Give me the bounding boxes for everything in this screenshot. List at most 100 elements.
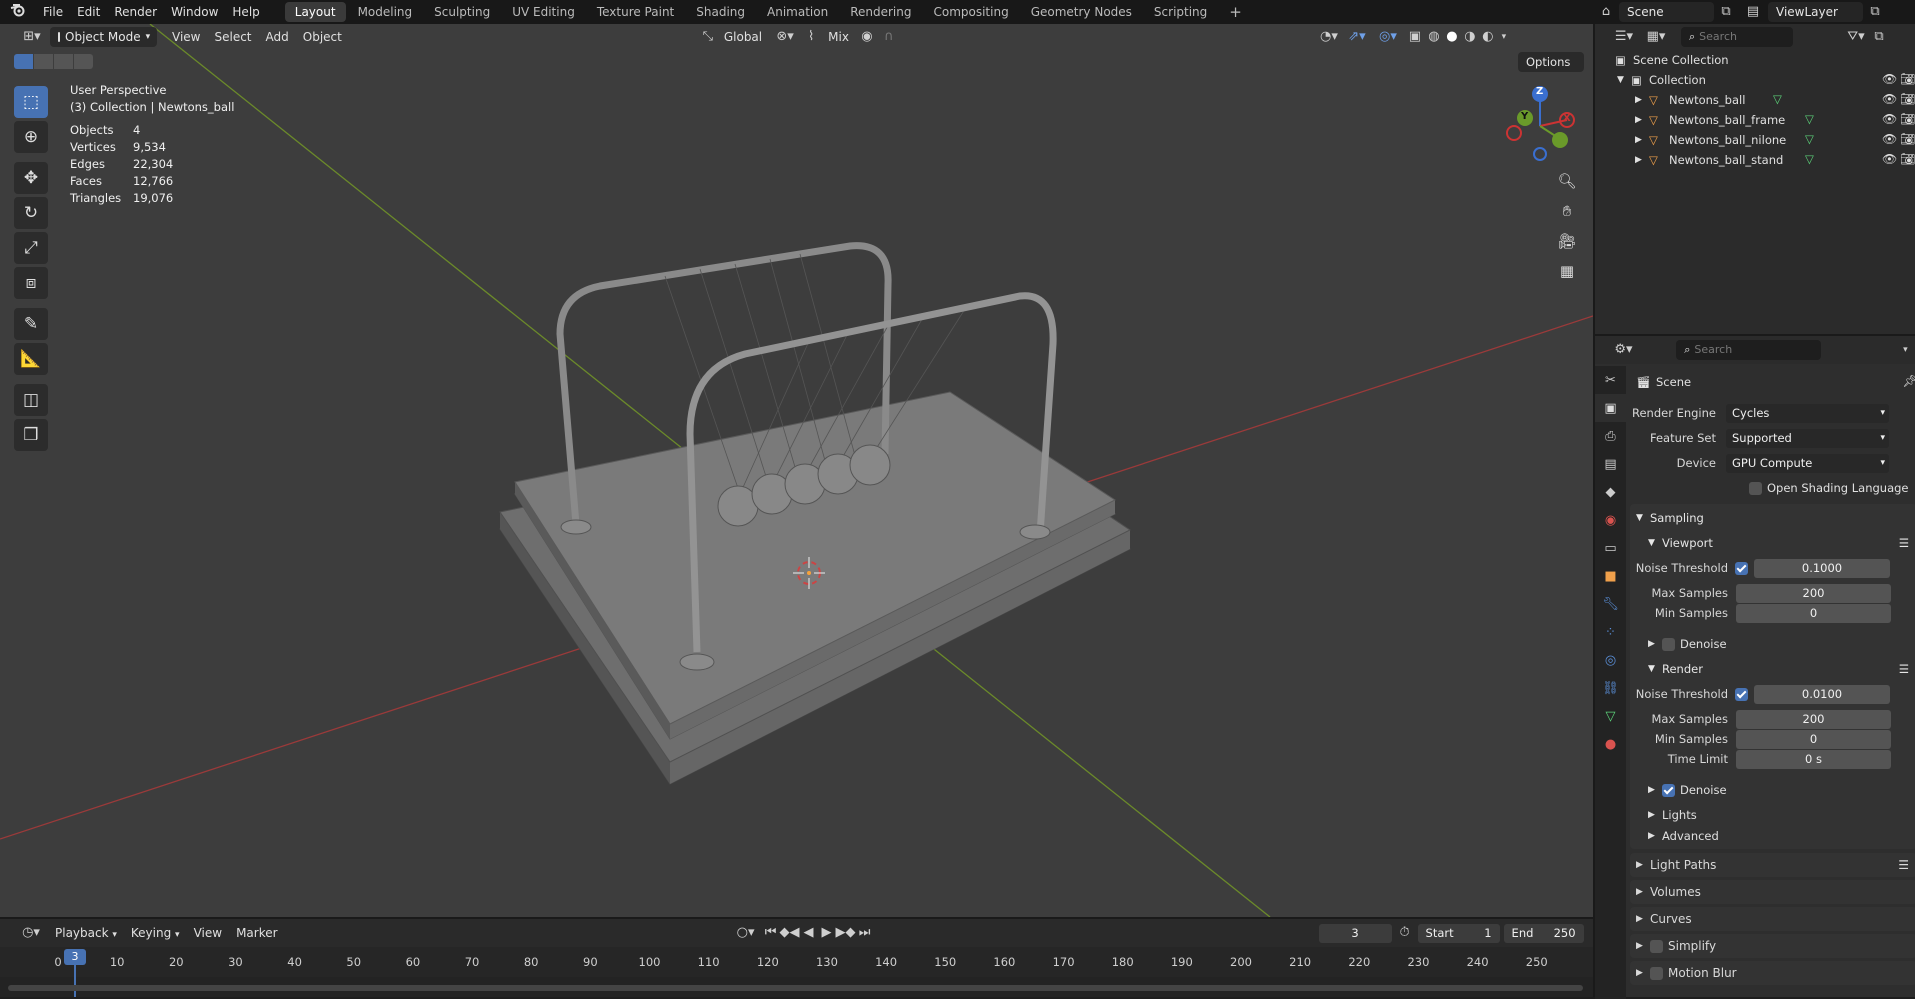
viewport-menu-view[interactable]: View	[165, 27, 207, 47]
outliner-row-collection[interactable]: ▼ ▣ Collection 👁︎ 📷︎	[1595, 70, 1915, 90]
constraints-tab-icon[interactable]: ⛓︎	[1595, 674, 1626, 702]
select-intersect-icon[interactable]	[74, 54, 93, 69]
viewport-noise-threshold-field[interactable]: 0.1000	[1754, 558, 1890, 578]
expand-chevron-icon[interactable]: ▼	[1617, 75, 1631, 85]
options-dropdown[interactable]: Options	[1518, 52, 1584, 72]
outliner-row-object[interactable]: ▶ ▽ Newtons_ball_frame ▽ 👁︎ 📷︎	[1595, 110, 1915, 130]
pan-hand-icon[interactable]: ✋︎	[1554, 198, 1580, 224]
menu-help[interactable]: Help	[225, 0, 266, 24]
add-cube-tool-icon[interactable]: ◫	[14, 384, 48, 416]
gizmo-toggle-icon[interactable]: ⇗▾	[1343, 27, 1371, 47]
display-mode-icon[interactable]: ▦▾	[1639, 27, 1673, 47]
scene-tab-icon[interactable]: ◆	[1595, 478, 1626, 506]
tab-compositing[interactable]: Compositing	[923, 2, 1018, 22]
viewport-min-samples-field[interactable]: 0	[1736, 603, 1891, 623]
pivot-point-icon[interactable]: ⊗▾	[769, 27, 801, 47]
lights-subpanel-header[interactable]: ▶ Lights	[1626, 805, 1915, 825]
curves-panel[interactable]: ▶ Curves	[1630, 907, 1915, 931]
modifier-tab-icon[interactable]: 🔧︎	[1595, 590, 1626, 618]
jump-end-icon[interactable]: ⏭	[856, 923, 874, 943]
select-subtract-icon[interactable]	[54, 54, 73, 69]
snap-icon[interactable]: ⌇	[801, 27, 821, 47]
transform-orientation-selector[interactable]: Global	[717, 27, 769, 47]
tab-geometry-nodes[interactable]: Geometry Nodes	[1021, 2, 1142, 22]
light-paths-panel[interactable]: ▶ Light Paths ☰	[1630, 853, 1915, 877]
view-layer-selector[interactable]: ViewLayer	[1768, 2, 1863, 22]
menu-edit[interactable]: Edit	[70, 0, 107, 24]
scale-tool-icon[interactable]: ⤢	[14, 232, 48, 264]
list-presets-icon[interactable]: ☰	[1899, 536, 1909, 550]
outliner-row-object[interactable]: ▶ ▽ Newtons_ball_stand ▽ 👁︎ 📷︎	[1595, 150, 1915, 170]
particles-tab-icon[interactable]: ⁘	[1595, 618, 1626, 646]
tab-sculpting[interactable]: Sculpting	[424, 2, 500, 22]
tab-uv-editing[interactable]: UV Editing	[502, 2, 585, 22]
camera-icon[interactable]: 📷︎	[1900, 112, 1915, 126]
rendered-shading-icon[interactable]: ◐	[1479, 27, 1497, 47]
jump-keyframe-forward-icon[interactable]: ▶◆	[836, 923, 856, 943]
viewport-menu-select[interactable]: Select	[207, 27, 258, 47]
cursor-tool-icon[interactable]: ⊕	[14, 121, 48, 153]
tab-rendering[interactable]: Rendering	[840, 2, 921, 22]
simplify-panel[interactable]: ▶ Simplify	[1630, 934, 1915, 958]
mesh-data-icon[interactable]: ▽	[1805, 132, 1814, 146]
expand-chevron-icon[interactable]: ▶	[1635, 115, 1649, 125]
render-min-samples-field[interactable]: 0	[1736, 729, 1891, 749]
visibility-icon[interactable]: ◔▾	[1315, 27, 1343, 47]
object-tab-icon[interactable]: ■	[1595, 562, 1626, 590]
volumes-panel[interactable]: ▶ Volumes	[1630, 880, 1915, 904]
frame-start-field[interactable]: Start 1	[1417, 923, 1500, 943]
viewport-menu-add[interactable]: Add	[259, 27, 296, 47]
xray-toggle-icon[interactable]: ▣	[1405, 27, 1425, 47]
transform-tool-icon[interactable]: ⧈	[14, 267, 48, 299]
device-dropdown[interactable]: GPU Compute ▾	[1726, 453, 1889, 473]
mesh-data-icon[interactable]: ▽	[1805, 152, 1814, 166]
timeline-menu-keying[interactable]: Keying ▾	[124, 923, 187, 943]
camera-view-icon[interactable]: 🎥︎	[1554, 228, 1580, 254]
render-engine-dropdown[interactable]: Cycles ▾	[1726, 403, 1889, 423]
motion-blur-panel[interactable]: ▶ Motion Blur	[1630, 961, 1915, 985]
menu-render[interactable]: Render	[107, 0, 164, 24]
transform-orientation-icon[interactable]: ⤡	[699, 27, 717, 47]
camera-icon[interactable]: 📷︎	[1900, 132, 1915, 146]
camera-icon[interactable]: 📷︎	[1900, 72, 1915, 86]
tab-animation[interactable]: Animation	[757, 2, 838, 22]
timeline-menu-playback[interactable]: Playback ▾	[48, 923, 124, 943]
auto-keying-icon[interactable]: ○▾	[730, 923, 762, 943]
render-max-samples-field[interactable]: 200	[1736, 709, 1891, 729]
select-extend-icon[interactable]	[34, 54, 53, 69]
annotate-tool-icon[interactable]: ✎	[14, 308, 48, 340]
playhead-frame-badge[interactable]: 3	[64, 949, 86, 965]
tab-layout[interactable]: Layout	[284, 2, 346, 22]
view-layer-icon[interactable]: ▤	[1738, 2, 1768, 22]
scene-icon[interactable]: ⌂	[1593, 2, 1619, 22]
world-tab-icon[interactable]: ◉	[1595, 506, 1626, 534]
properties-editor-type-icon[interactable]: ⚙▾	[1609, 340, 1638, 360]
viewport-subpanel-header[interactable]: ▼ Viewport ☰	[1626, 533, 1915, 553]
outliner-row-scene-collection[interactable]: ▣ Scene Collection	[1595, 50, 1915, 70]
motion-blur-checkbox[interactable]	[1650, 966, 1663, 980]
timeline-editor-type-icon[interactable]: ◷▾	[14, 923, 48, 943]
proportional-edit-icon[interactable]: ◉	[856, 27, 878, 47]
jump-start-icon[interactable]: ⏮	[762, 923, 780, 943]
render-subpanel-header[interactable]: ▼ Render ☰	[1626, 659, 1915, 679]
eye-icon[interactable]: 👁︎	[1882, 92, 1897, 106]
editor-type-icon[interactable]: ⊞▾	[14, 27, 50, 47]
jump-keyframe-back-icon[interactable]: ◆◀	[780, 923, 800, 943]
new-scene-icon[interactable]: ⧉	[1714, 2, 1738, 22]
eye-icon[interactable]: 👁︎	[1882, 132, 1897, 146]
tab-texture-paint[interactable]: Texture Paint	[587, 2, 684, 22]
zoom-icon[interactable]: 🔍︎	[1554, 168, 1580, 194]
advanced-subpanel-header[interactable]: ▶ Advanced	[1626, 826, 1915, 846]
add-object-tool-icon[interactable]: ❒	[14, 419, 48, 451]
tab-scripting[interactable]: Scripting	[1144, 2, 1217, 22]
render-denoise-row[interactable]: ▶ Denoise	[1626, 780, 1915, 800]
current-frame-field[interactable]: 3	[1318, 923, 1392, 943]
scene-selector[interactable]: Scene	[1619, 2, 1714, 22]
mesh-data-icon[interactable]: ▽	[1805, 112, 1814, 126]
tab-modeling[interactable]: Modeling	[348, 2, 423, 22]
pin-icon[interactable]: 📌︎	[1902, 374, 1915, 388]
expand-chevron-icon[interactable]: ▶	[1635, 155, 1649, 165]
outliner-row-object[interactable]: ▶ ▽ Newtons_ball ▽ 👁︎ 📷︎	[1595, 90, 1915, 110]
tab-shading[interactable]: Shading	[686, 2, 755, 22]
menu-window[interactable]: Window	[164, 0, 225, 24]
